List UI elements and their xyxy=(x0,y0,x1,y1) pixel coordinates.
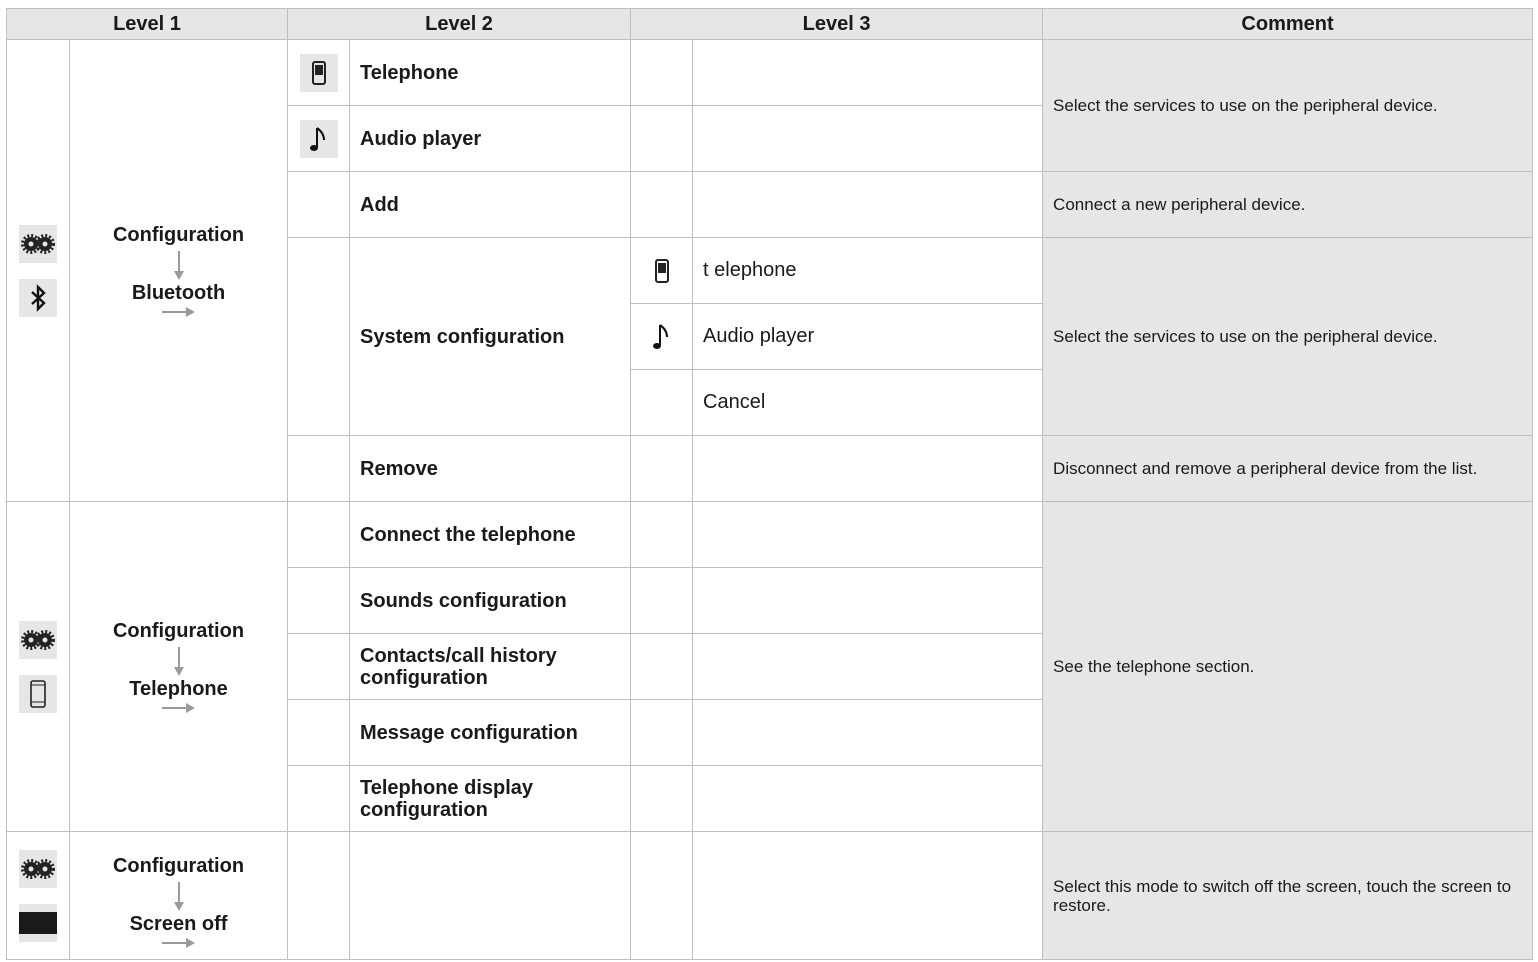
phone-icon xyxy=(654,258,669,283)
menu-item-contacts-configuration[interactable]: Contacts/call history configuration xyxy=(349,633,632,700)
header-comment: Comment xyxy=(1042,8,1534,40)
smartphone-icon xyxy=(19,674,57,713)
level1-icons xyxy=(6,39,70,502)
menu-item-message-configuration[interactable]: Message configuration xyxy=(349,699,632,766)
arrow-right-icon xyxy=(161,702,195,713)
header-level1: Level 1 xyxy=(5,8,289,40)
l2-icon-cell xyxy=(287,39,351,106)
comment-cell: Connect a new peripheral device. xyxy=(1042,171,1534,238)
comment-cell: Disconnect and remove a peripheral devic… xyxy=(1042,435,1534,502)
arrow-right-icon xyxy=(161,938,195,948)
level1-cell-screen-off[interactable]: Configuration Screen off xyxy=(68,831,289,960)
comment-cell: See the telephone section. xyxy=(1042,501,1534,832)
level1-cell-telephone[interactable]: Configuration Telephone xyxy=(68,501,289,832)
menu-item-sounds-configuration[interactable]: Sounds configuration xyxy=(349,567,632,634)
table-row: Configuration Screen off Select this mod… xyxy=(6,831,1534,960)
gears-icon xyxy=(19,850,57,888)
menu-item-cancel[interactable]: Cancel xyxy=(692,369,1044,436)
screen-off-icon xyxy=(19,904,57,942)
music-note-icon xyxy=(299,119,338,158)
menu-item-telephone[interactable]: Telephone xyxy=(349,39,632,106)
table-row: Configuration Telephone Connect the tele… xyxy=(6,501,1534,832)
level1-title: Configuration xyxy=(112,855,245,877)
header-level3: Level 3 xyxy=(630,8,1044,40)
menu-item-system-configuration[interactable]: System configuration xyxy=(349,237,632,436)
l2-icon-cell xyxy=(287,105,351,172)
comment-cell: Select the services to use on the periph… xyxy=(1042,39,1534,172)
level1-title: Configuration xyxy=(112,619,245,642)
level1-icons xyxy=(6,831,70,960)
menu-item-connect-telephone[interactable]: Connect the telephone xyxy=(349,501,632,568)
level1-sub: Bluetooth xyxy=(131,281,226,304)
menu-item-audio-player-l3[interactable]: Audio player xyxy=(692,303,1044,370)
header-row: Level 1 Level 2 Level 3 Comment xyxy=(5,8,1534,40)
gears-icon xyxy=(19,224,57,263)
menu-item-audio-player[interactable]: Audio player xyxy=(349,105,632,172)
menu-item-telephone-l3[interactable]: t elephone xyxy=(692,237,1044,304)
level1-title: Configuration xyxy=(112,223,245,246)
music-note-icon xyxy=(652,323,668,349)
l3-icon-cell xyxy=(630,303,694,370)
arrow-down-icon xyxy=(173,250,184,280)
comment-cell: Select this mode to switch off the scree… xyxy=(1042,831,1534,960)
gears-icon xyxy=(19,620,57,659)
l3-icon-cell xyxy=(630,237,694,304)
arrow-right-icon xyxy=(161,306,195,317)
level1-icons xyxy=(6,501,70,832)
table-row: Configuration Bluetooth Telephone Select… xyxy=(6,39,1534,502)
level1-cell-bluetooth[interactable]: Configuration Bluetooth xyxy=(68,39,289,502)
level1-sub: Telephone xyxy=(129,677,228,700)
bluetooth-icon xyxy=(19,278,57,317)
comment-cell: Select the services to use on the periph… xyxy=(1042,237,1534,436)
level1-sub: Screen off xyxy=(129,913,228,935)
menu-item-add[interactable]: Add xyxy=(349,171,632,238)
header-level2: Level 2 xyxy=(287,8,632,40)
arrow-down-icon xyxy=(173,882,184,911)
menu-item-telephone-display-configuration[interactable]: Telephone display configuration xyxy=(349,765,632,832)
menu-table: Level 1 Level 2 Level 3 Comment Configur… xyxy=(5,8,1534,960)
menu-item-remove[interactable]: Remove xyxy=(349,435,632,502)
arrow-down-icon xyxy=(173,646,184,676)
phone-icon xyxy=(299,53,338,92)
